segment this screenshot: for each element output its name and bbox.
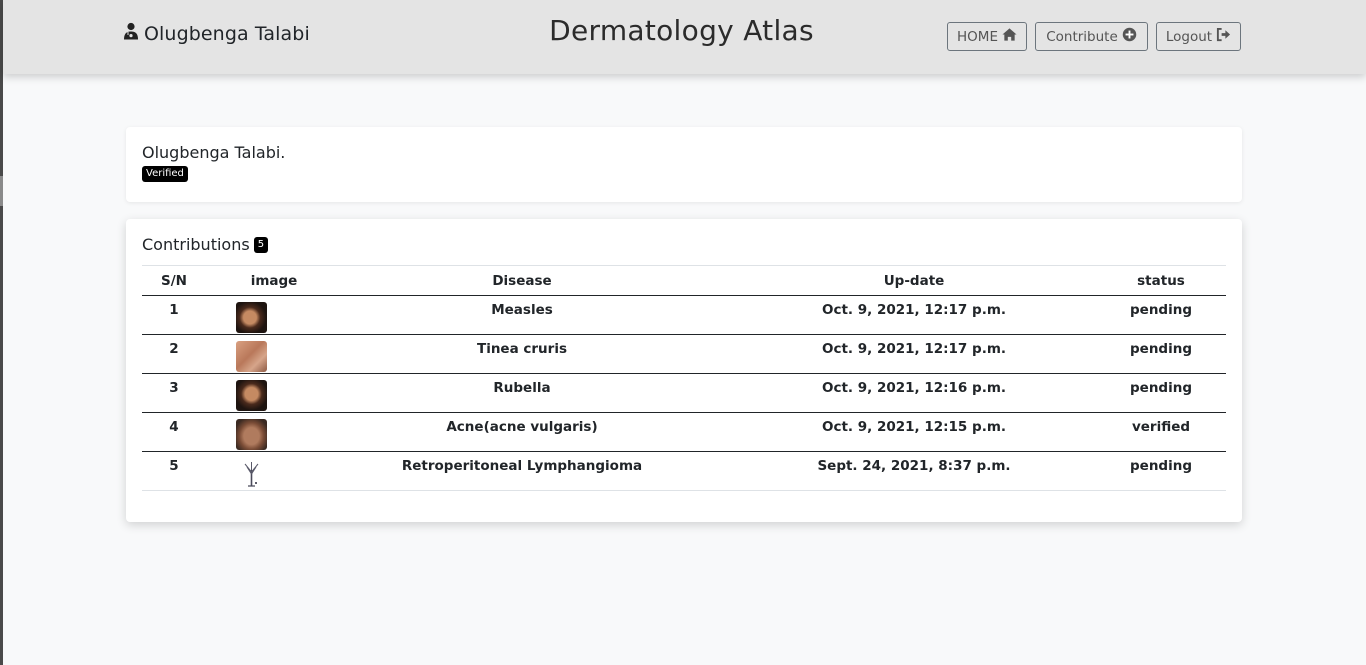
profile-name: Olugbenga Talabi. [142, 143, 286, 162]
row-update-date: Sept. 24, 2021, 8:37 p.m. [732, 451, 1096, 491]
column-header-disease: Disease [312, 265, 732, 296]
row-status: pending [1096, 373, 1226, 413]
row-status: pending [1096, 295, 1226, 335]
row-update-date: Oct. 9, 2021, 12:17 p.m. [732, 334, 1096, 374]
table-row: 4 Acne(acne vulgaris) Oct. 9, 2021, 12:1… [142, 412, 1226, 452]
row-disease: Measles [312, 295, 732, 335]
disease-thumbnail[interactable] [236, 458, 267, 489]
row-status: pending [1096, 334, 1226, 374]
sign-out-icon [1216, 27, 1231, 46]
row-sn: 5 [142, 451, 206, 491]
row-disease: Tinea cruris [312, 334, 732, 374]
contribute-button-label: Contribute [1046, 28, 1118, 45]
disease-thumbnail[interactable] [236, 380, 267, 411]
table-header-row: S/N image Disease Up-date status [142, 265, 1226, 296]
home-icon [1002, 27, 1017, 46]
profile-card: Olugbenga Talabi. Verified [126, 127, 1242, 202]
column-header-status: status [1096, 265, 1226, 296]
home-button[interactable]: HOME [947, 22, 1027, 51]
logout-button[interactable]: Logout [1156, 22, 1241, 51]
row-sn: 2 [142, 334, 206, 374]
row-disease: Retroperitoneal Lymphangioma [312, 451, 732, 491]
row-sn: 1 [142, 295, 206, 335]
row-status: verified [1096, 412, 1226, 452]
row-disease: Acne(acne vulgaris) [312, 412, 732, 452]
table-row: 3 Rubella Oct. 9, 2021, 12:16 p.m. pendi… [142, 373, 1226, 413]
contributions-heading: Contributions 5 [142, 235, 269, 254]
disease-thumbnail[interactable] [236, 341, 267, 372]
row-disease: Rubella [312, 373, 732, 413]
top-navbar: Olugbenga Talabi Dermatology Atlas HOME … [3, 0, 1366, 74]
window-edge-marker [0, 176, 3, 206]
verified-badge: Verified [142, 166, 188, 182]
column-header-image: image [206, 265, 312, 296]
plus-circle-icon [1122, 27, 1137, 46]
row-status: pending [1096, 451, 1226, 491]
row-update-date: Oct. 9, 2021, 12:15 p.m. [732, 412, 1096, 452]
column-header-update: Up-date [732, 265, 1096, 296]
disease-thumbnail[interactable] [236, 419, 267, 450]
contributions-count-badge: 5 [253, 236, 269, 253]
row-update-date: Oct. 9, 2021, 12:16 p.m. [732, 373, 1096, 413]
contributions-table: S/N image Disease Up-date status 1 Measl… [142, 265, 1226, 491]
table-row: 2 Tinea cruris Oct. 9, 2021, 12:17 p.m. … [142, 334, 1226, 374]
contribute-button[interactable]: Contribute [1035, 22, 1148, 51]
row-update-date: Oct. 9, 2021, 12:17 p.m. [732, 295, 1096, 335]
table-row: 5 Retroperitoneal Lymphangioma Sept. 24,… [142, 451, 1226, 491]
contributions-title: Contributions [142, 235, 250, 254]
logout-button-label: Logout [1165, 28, 1213, 45]
table-row: 1 Measles Oct. 9, 2021, 12:17 p.m. pendi… [142, 295, 1226, 335]
column-header-sn: S/N [142, 265, 206, 296]
row-sn: 3 [142, 373, 206, 413]
window-left-edge [0, 0, 3, 665]
row-sn: 4 [142, 412, 206, 452]
disease-thumbnail[interactable] [236, 302, 267, 333]
home-button-label: HOME [957, 28, 998, 45]
contributions-card: Contributions 5 S/N image Disease Up-dat… [126, 219, 1242, 522]
